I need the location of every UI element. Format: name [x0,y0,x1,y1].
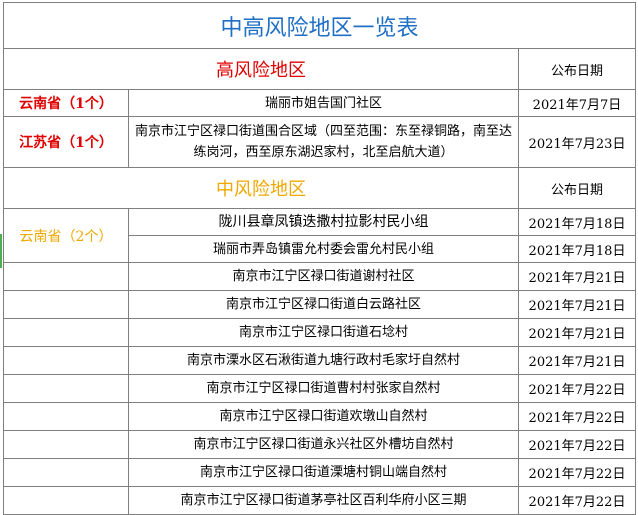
mid-risk-header-row: 中风险地区 公布日期 [4,168,636,209]
location-cell: 南京市江宁区禄口街道曹村村张家自然村 [129,375,519,402]
table-row: 南京市江宁区禄口街道白云路社区 2021年7月21日 [4,291,636,319]
table-row: 陇川县章凤镇迭撒村拉影村民小组 2021年7月18日 [129,209,636,236]
province-cell: 云南省（2个） [4,209,129,262]
date-cell: 2021年7月22日 [519,403,636,430]
mid-yunnan-rows: 陇川县章凤镇迭撒村拉影村民小组 2021年7月18日 瑞丽市弄岛镇雷允村委会雷允… [129,209,636,262]
location-cell: 南京市江宁区禄口街道谢村社区 [129,263,519,290]
date-cell: 2021年7月22日 [519,431,636,458]
location-cell: 瑞丽市姐告国门社区 [129,90,519,116]
province-cell-empty [4,347,129,374]
table-row: 南京市江宁区禄口街道茅亭社区百利华府小区三期 2021年7月22日 [4,487,636,515]
date-cell: 2021年7月23日 [519,117,636,167]
date-cell: 2021年7月21日 [519,347,636,374]
province-cell-empty [4,319,129,346]
location-cell: 南京市江宁区禄口街道茅亭社区百利华府小区三期 [129,487,519,514]
location-cell: 南京市江宁区禄口街道永兴社区外槽坊自然村 [129,431,519,458]
date-cell: 2021年7月21日 [519,319,636,346]
table-row: 南京市江宁区禄口街道石埝村 2021年7月21日 [4,319,636,347]
date-cell: 2021年7月22日 [519,487,636,514]
location-cell: 南京市江宁区禄口街道石埝村 [129,319,519,346]
table-title: 中高风险地区一览表 [4,3,636,48]
table-row: 南京市江宁区禄口街道永兴社区外槽坊自然村 2021年7月22日 [4,431,636,459]
mid-date-header: 公布日期 [519,168,636,208]
table-row: 云南省（1个） 瑞丽市姐告国门社区 2021年7月7日 [4,90,636,117]
date-cell: 2021年7月22日 [519,375,636,402]
location-cell: 南京市江宁区禄口街道围合区域（四至范围：东至禄铜路，南至达练岗河，西至原东湖迟家… [129,117,519,167]
location-cell: 南京市江宁区禄口街道溧塘村铜山端自然村 [129,459,519,486]
province-cell-empty [4,291,129,318]
province-cell-empty [4,459,129,486]
table-row: 南京市溧水区石湫街道九塘行政村毛家圩自然村 2021年7月21日 [4,347,636,375]
province-cell-empty [4,403,129,430]
mid-risk-label: 中风险地区 [4,168,519,208]
title-row: 中高风险地区一览表 [4,2,636,49]
province-cell-empty [4,487,129,514]
high-date-header: 公布日期 [519,49,636,89]
high-risk-label: 高风险地区 [4,49,519,89]
date-cell: 2021年7月22日 [519,459,636,486]
location-cell: 瑞丽市弄岛镇雷允村委会雷允村民小组 [129,236,519,262]
sheet-marker [0,234,2,268]
province-cell-empty [4,431,129,458]
table-row: 南京市江宁区禄口街道欢墩山自然村 2021年7月22日 [4,403,636,431]
table-row: 南京市江宁区禄口街道曹村村张家自然村 2021年7月22日 [4,375,636,403]
province-cell-empty [4,263,129,290]
table-row: 南京市江宁区禄口街道谢村社区 2021年7月21日 [4,263,636,291]
high-risk-header-row: 高风险地区 公布日期 [4,49,636,90]
location-cell: 南京市江宁区禄口街道欢墩山自然村 [129,403,519,430]
location-cell: 南京市江宁区禄口街道白云路社区 [129,291,519,318]
table-row: 瑞丽市弄岛镇雷允村委会雷允村民小组 2021年7月18日 [129,236,636,262]
province-cell: 云南省（1个） [4,90,129,116]
province-cell-empty [4,375,129,402]
date-cell: 2021年7月18日 [519,209,636,235]
location-cell: 南京市溧水区石湫街道九塘行政村毛家圩自然村 [129,347,519,374]
date-cell: 2021年7月21日 [519,291,636,318]
date-cell: 2021年7月21日 [519,263,636,290]
date-cell: 2021年7月7日 [519,90,636,116]
province-cell: 江苏省（1个） [4,117,129,167]
location-cell: 陇川县章凤镇迭撒村拉影村民小组 [129,209,519,235]
table-row: 江苏省（1个） 南京市江宁区禄口街道围合区域（四至范围：东至禄铜路，南至达练岗河… [4,117,636,168]
risk-area-table: 中高风险地区一览表 高风险地区 公布日期 云南省（1个） 瑞丽市姐告国门社区 2… [3,2,636,515]
date-cell: 2021年7月18日 [519,236,636,262]
table-row: 南京市江宁区禄口街道溧塘村铜山端自然村 2021年7月22日 [4,459,636,487]
mid-yunnan-block: 云南省（2个） 陇川县章凤镇迭撒村拉影村民小组 2021年7月18日 瑞丽市弄岛… [4,209,636,263]
